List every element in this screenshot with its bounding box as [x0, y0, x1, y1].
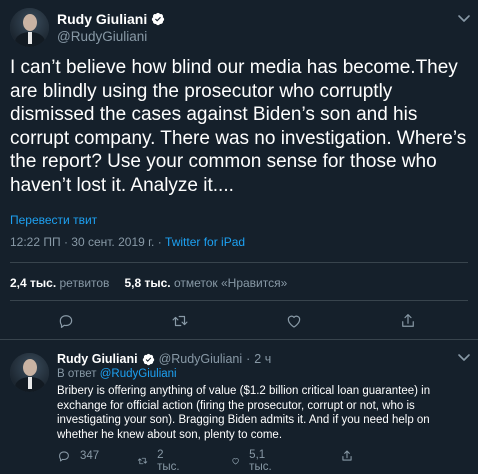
reply-tweet[interactable]: Rudy Giuliani @RudyGiuliani · 2 ч В отве… — [0, 341, 478, 474]
avatar[interactable] — [10, 353, 49, 392]
tweet-text: I can’t believe how blind our media has … — [10, 57, 467, 196]
reply-likes-count: 5,1 тыс. — [249, 449, 272, 473]
in-reply-handle[interactable]: @RudyGiuliani — [100, 368, 177, 380]
avatar[interactable] — [10, 8, 49, 47]
chevron-down-icon[interactable] — [456, 349, 472, 365]
divider — [10, 262, 468, 263]
translate-tweet-link[interactable]: Перевести твит — [10, 213, 97, 227]
reply-retweet-action[interactable]: 2 тыс. — [137, 449, 182, 473]
tweet-actions — [0, 312, 478, 330]
share-icon[interactable] — [340, 449, 354, 463]
retweets-label: ретвитов — [59, 276, 110, 290]
tweet-timestamp[interactable]: 12:22 ПП · 30 сент. 2019 г. · — [10, 235, 165, 249]
retweets-count: 2,4 тыс. — [10, 276, 57, 290]
reply-author-name[interactable]: Rudy Giuliani — [57, 352, 138, 366]
verified-badge-icon — [152, 12, 165, 26]
divider — [10, 300, 468, 301]
verified-badge-icon — [142, 353, 154, 365]
main-tweet: Rudy Giuliani @RudyGiuliani I can’t beli… — [0, 0, 478, 340]
author-handle[interactable]: @RudyGiuliani — [57, 29, 147, 44]
reply-text: Bribery is offering anything of value ($… — [57, 385, 431, 441]
separator-dot: · — [246, 352, 251, 366]
retweet-icon[interactable] — [137, 454, 148, 468]
likes-count: 5,8 тыс. — [124, 276, 171, 290]
tweet-source[interactable]: Twitter for iPad — [165, 235, 245, 249]
in-reply-prefix: В ответ — [57, 368, 100, 380]
reply-author-row: Rudy Giuliani @RudyGiuliani · 2 ч — [57, 352, 271, 366]
share-icon[interactable] — [399, 312, 417, 330]
author-name[interactable]: Rudy Giuliani — [57, 11, 147, 27]
reply-time[interactable]: 2 ч — [254, 352, 271, 366]
likes-label: отметок «Нравится» — [173, 276, 288, 290]
retweets-stat[interactable]: 2,4 тыс. ретвитов — [10, 276, 109, 290]
retweet-icon[interactable] — [171, 312, 189, 330]
like-icon[interactable] — [285, 312, 303, 330]
reply-reply-action[interactable]: 347 — [57, 449, 99, 463]
tweet-stats: 2,4 тыс. ретвитов 5,8 тыс. отметок «Нрав… — [10, 276, 287, 290]
like-icon[interactable] — [231, 454, 240, 468]
chevron-down-icon[interactable] — [456, 10, 472, 26]
reply-share-action[interactable] — [340, 449, 354, 463]
author-row: Rudy Giuliani — [57, 11, 165, 27]
in-reply-to: В ответ @RudyGiuliani — [57, 368, 177, 380]
reply-like-action[interactable]: 5,1 тыс. — [231, 449, 276, 473]
reply-icon[interactable] — [57, 312, 75, 330]
reply-author-handle[interactable]: @RudyGiuliani — [159, 352, 243, 366]
reply-retweets-count: 2 тыс. — [157, 449, 180, 473]
likes-stat[interactable]: 5,8 тыс. отметок «Нравится» — [124, 276, 287, 290]
tweet-meta: 12:22 ПП · 30 сент. 2019 г. · Twitter fo… — [10, 235, 245, 249]
reply-icon[interactable] — [57, 449, 71, 463]
replies-count: 347 — [80, 450, 100, 462]
